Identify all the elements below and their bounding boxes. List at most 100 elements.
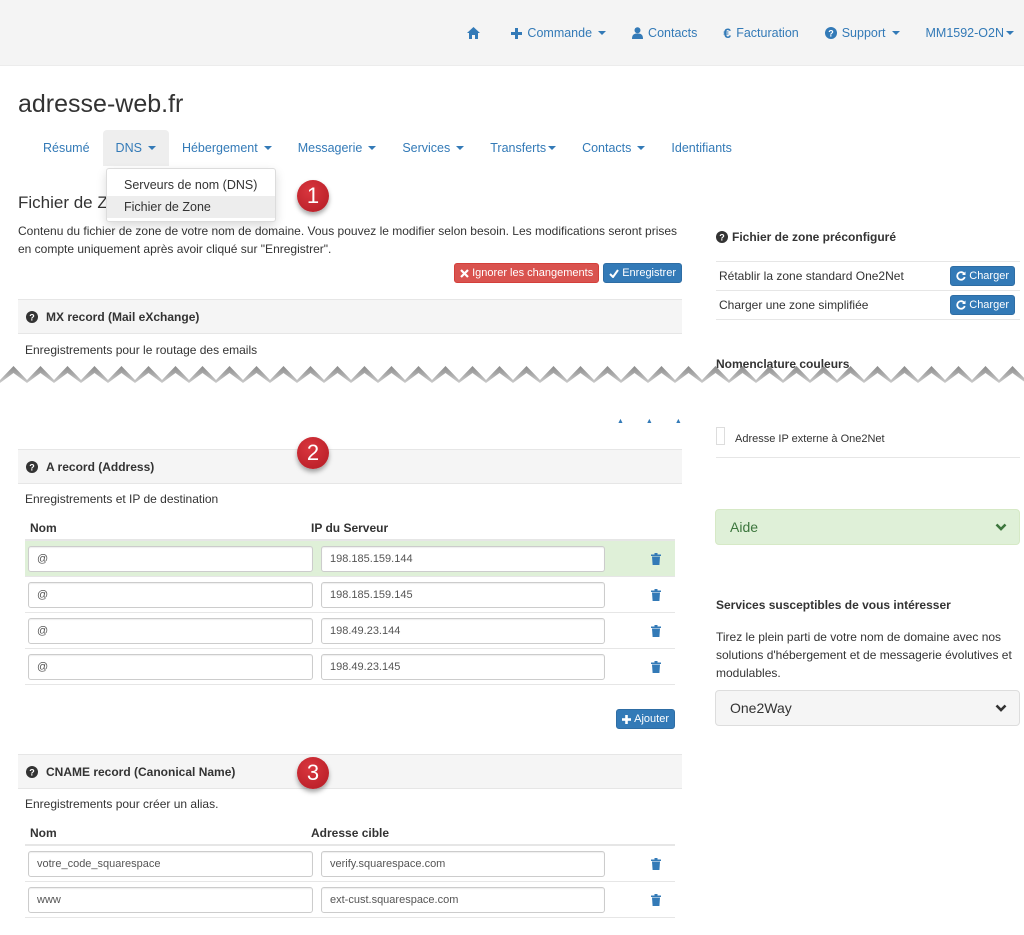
service-accordion[interactable]: One2Way [715,690,1020,726]
dns-dropdown-menu: Serveurs de nom (DNS) Fichier de Zone [106,168,276,222]
tab-resume[interactable]: Résumé [30,130,103,166]
step-badge-2: 2 [297,437,329,469]
top-navbar: Commande Contacts € Facturation ? Suppor… [0,0,1024,66]
trash-icon[interactable] [651,588,661,601]
step-badge-1: 1 [297,180,329,212]
table-header: Nom Adresse cible [25,822,675,846]
preset-zone-title: ? Fichier de zone préconfiguré [716,230,896,244]
nav-account[interactable]: MM1592-O2N [925,26,1014,40]
euro-icon: € [723,25,732,41]
trash-icon[interactable] [651,660,661,673]
record-name-input[interactable] [28,886,313,913]
tab-transferts[interactable]: Transferts [477,130,569,166]
question-circle-icon: ? [716,231,728,243]
legend-swatch [716,426,725,445]
tab-label: Contacts [582,141,632,155]
chevron-down-icon [598,31,607,35]
torn-edge-divider [0,366,1024,422]
menu-item-fichier-de-zone[interactable]: Fichier de Zone [107,196,275,218]
menu-item-serveurs-de-nom[interactable]: Serveurs de nom (DNS) [107,174,275,196]
record-name-input[interactable] [28,653,313,680]
a-record-table: Nom IP du Serveur [25,517,675,685]
load-simplified-zone-button[interactable]: Charger [950,295,1015,315]
table-row [25,846,675,882]
user-icon [632,27,644,39]
domain-tabs: Résumé DNS Hébergement Messagerie Servic… [30,130,745,166]
zone-actions: Ignorer les changements Enregistrer [454,263,682,283]
a-record-desc: Enregistrements et IP de destination [25,492,219,506]
table-header: Nom IP du Serveur [25,517,675,541]
record-ip-input[interactable] [321,545,605,572]
record-ip-input[interactable] [321,581,605,608]
tab-hebergement[interactable]: Hébergement [169,130,285,166]
record-ip-input[interactable] [321,653,605,680]
tab-dns[interactable]: DNS [102,130,169,166]
load-standard-zone-button[interactable]: Charger [950,266,1015,286]
svg-text:?: ? [29,462,35,472]
preset-label: Rétablir la zone standard One2Net [719,269,904,283]
record-name-input[interactable] [28,581,313,608]
preset-row: Charger une zone simplifiée Charger [716,291,1020,320]
a-record-add-row: Ajouter [25,709,675,729]
trash-icon[interactable] [651,624,661,637]
chevron-down-icon [995,700,1007,716]
save-button[interactable]: Enregistrer [603,263,682,283]
record-target-input[interactable] [321,850,605,877]
nav-home[interactable] [467,27,485,39]
domain-title: adresse-web.fr [18,90,184,118]
tab-identifiants[interactable]: Identifiants [658,130,744,166]
question-circle-icon: ? [824,27,837,39]
help-accordion[interactable]: Aide [715,509,1020,545]
table-row [25,649,675,685]
top-nav: Commande Contacts € Facturation ? Suppor… [467,25,1014,41]
trash-icon[interactable] [651,857,661,870]
chevron-down-icon [995,519,1007,535]
service-label: One2Way [730,700,792,716]
nav-commande[interactable]: Commande [511,26,607,40]
chevron-down-icon [891,31,900,35]
load-label: Charger [969,299,1009,311]
record-name-input[interactable] [28,617,313,644]
preset-zone-title-text: Fichier de zone préconfiguré [732,230,897,244]
tab-contacts[interactable]: Contacts [569,130,658,166]
cname-record-title: CNAME record (Canonical Name) [46,764,236,779]
trash-icon[interactable] [651,552,661,565]
tab-messagerie[interactable]: Messagerie [285,130,390,166]
record-name-input[interactable] [28,545,313,572]
nav-contacts-label: Contacts [648,26,698,40]
nav-account-label: MM1592-O2N [925,26,1005,40]
nav-facturation[interactable]: € Facturation [723,25,798,41]
sort-arrows: ▲▲▲ [617,418,704,425]
refresh-icon [956,300,966,310]
column-header-nom: Nom [30,826,57,840]
tab-label: Identifiants [671,141,732,155]
nav-support[interactable]: ? Support [824,26,900,40]
a-record-header: ? A record (Address) [18,449,682,484]
add-a-record-button[interactable]: Ajouter [616,709,675,729]
tab-label: Transferts [490,141,547,155]
legend-label: Adresse IP externe à One2Net [735,432,885,445]
column-header-ip: IP du Serveur [311,521,389,535]
chevron-down-icon [263,146,272,150]
home-icon [467,27,481,39]
chevron-down-icon [1006,31,1014,35]
record-ip-input[interactable] [321,617,605,644]
step-badge-3: 3 [297,757,329,789]
question-circle-icon: ? [26,460,38,473]
trash-icon[interactable] [651,893,661,906]
a-record-title: A record (Address) [46,459,155,474]
nav-support-label: Support [841,26,886,40]
nav-contacts[interactable]: Contacts [632,26,697,40]
ignore-changes-button[interactable]: Ignorer les changements [454,263,600,283]
mx-record-header: ? MX record (Mail eXchange) [18,299,682,334]
chevron-down-icon [456,146,465,150]
record-name-input[interactable] [28,850,313,877]
tab-label: DNS [115,141,142,155]
chevron-down-icon [147,146,156,150]
table-row [25,882,675,918]
record-target-input[interactable] [321,886,605,913]
table-row [25,577,675,613]
tab-services[interactable]: Services [389,130,477,166]
cname-record-header: ? CNAME record (Canonical Name) [18,754,682,789]
svg-text:?: ? [719,232,725,242]
